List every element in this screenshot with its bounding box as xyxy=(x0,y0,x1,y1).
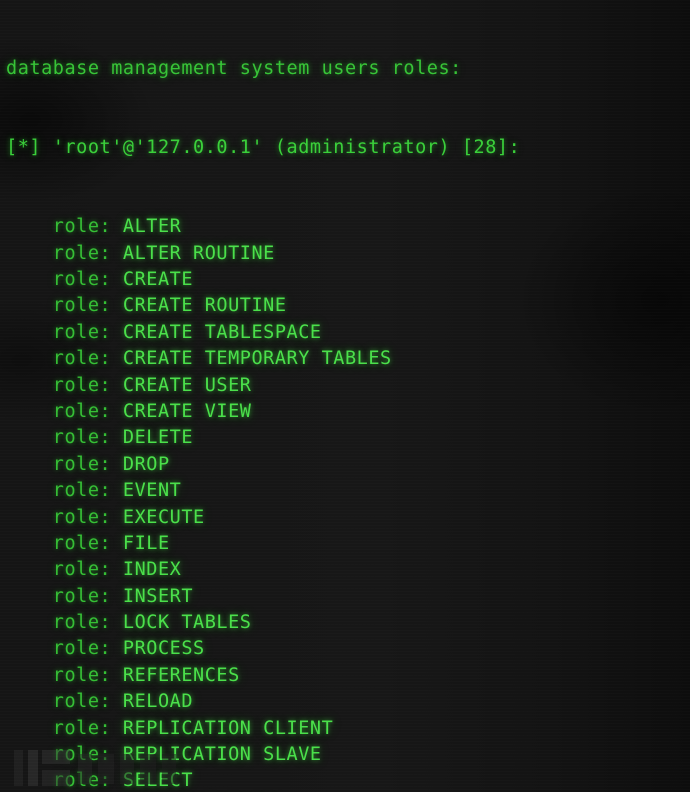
role-label: role: xyxy=(6,321,123,343)
role-line: role: CREATE USER xyxy=(6,373,520,399)
role-label: role: xyxy=(6,559,123,581)
output-header-line: database management system users roles: xyxy=(6,57,462,79)
role-line: role: REPLICATION SLAVE xyxy=(6,742,520,768)
role-label: role: xyxy=(6,216,123,238)
role-line: role: CREATE TABLESPACE xyxy=(6,320,520,346)
role-value: PROCESS xyxy=(122,638,205,660)
role-value: ALTER xyxy=(122,216,182,238)
role-line: role: PROCESS xyxy=(6,636,520,662)
role-label: role: xyxy=(6,717,123,739)
role-value: CREATE ROUTINE xyxy=(122,295,287,317)
role-label: role: xyxy=(6,400,123,422)
role-label: role: xyxy=(6,427,123,449)
role-value: REPLICATION CLIENT xyxy=(122,717,334,739)
role-line: role: INDEX xyxy=(6,557,520,583)
role-value: DROP xyxy=(122,453,170,475)
role-value: ALTER ROUTINE xyxy=(122,242,275,264)
role-line: role: REFERENCES xyxy=(6,663,520,689)
role-value: REPLICATION SLAVE xyxy=(122,744,322,766)
role-label: role: xyxy=(6,664,123,686)
role-line: role: EXECUTE xyxy=(6,505,520,531)
role-line: role: DELETE xyxy=(6,425,520,451)
role-label: role: xyxy=(6,691,123,713)
role-line: role: REPLICATION CLIENT xyxy=(6,716,520,742)
role-line: role: CREATE xyxy=(6,267,520,293)
role-line: role: INSERT xyxy=(6,584,520,610)
role-label: role: xyxy=(6,348,123,370)
role-label: role: xyxy=(6,638,123,660)
role-value: EXECUTE xyxy=(122,506,205,528)
role-label: role: xyxy=(6,242,123,264)
role-line: role: CREATE VIEW xyxy=(6,399,520,425)
role-value: EVENT xyxy=(122,480,182,502)
role-value: RELOAD xyxy=(122,691,194,713)
role-line: role: FILE xyxy=(6,531,520,557)
terminal-output: database management system users roles: … xyxy=(0,0,520,792)
role-line: role: RELOAD xyxy=(6,689,520,715)
role-line: role: DROP xyxy=(6,452,520,478)
role-value: SELECT xyxy=(122,770,194,792)
role-label: role: xyxy=(6,374,123,396)
role-label: role: xyxy=(6,532,123,554)
role-label: role: xyxy=(6,269,123,290)
role-label: role: xyxy=(6,744,123,766)
role-line: role: CREATE ROUTINE xyxy=(6,293,520,319)
role-label: role: xyxy=(6,770,123,792)
role-label: role: xyxy=(6,453,123,475)
role-list: role: ALTER role: ALTER ROUTINE role: CR… xyxy=(6,214,520,792)
role-line: role: LOCK TABLES xyxy=(6,610,520,636)
role-label: role: xyxy=(6,506,123,528)
role-value: DELETE xyxy=(122,427,194,449)
role-label: role: xyxy=(6,612,123,634)
role-value: LOCK TABLES xyxy=(122,612,252,634)
output-user-line: [*] 'root'@'127.0.0.1' (administrator) [… xyxy=(6,137,521,159)
role-value: CREATE VIEW xyxy=(122,400,252,422)
role-label: role: xyxy=(6,480,123,502)
role-value: CREATE USER xyxy=(122,374,252,396)
role-label: role: xyxy=(6,295,123,317)
role-value: INSERT xyxy=(122,585,194,607)
role-line: role: ALTER xyxy=(6,214,520,240)
role-value: CREATE TEMPORARY TABLES xyxy=(122,348,392,370)
role-line: role: SELECT xyxy=(6,768,520,792)
role-line: role: ALTER ROUTINE xyxy=(6,241,520,267)
terminal-window: database management system users roles: … xyxy=(0,0,690,792)
role-value: REFERENCES xyxy=(122,664,240,686)
role-value: CREATE TABLESPACE xyxy=(122,321,322,343)
role-line: role: EVENT xyxy=(6,478,520,504)
role-value: FILE xyxy=(122,532,170,554)
role-value: CREATE xyxy=(122,269,194,290)
role-line: role: CREATE TEMPORARY TABLES xyxy=(6,346,520,372)
role-label: role: xyxy=(6,585,123,607)
role-value: INDEX xyxy=(122,559,182,581)
